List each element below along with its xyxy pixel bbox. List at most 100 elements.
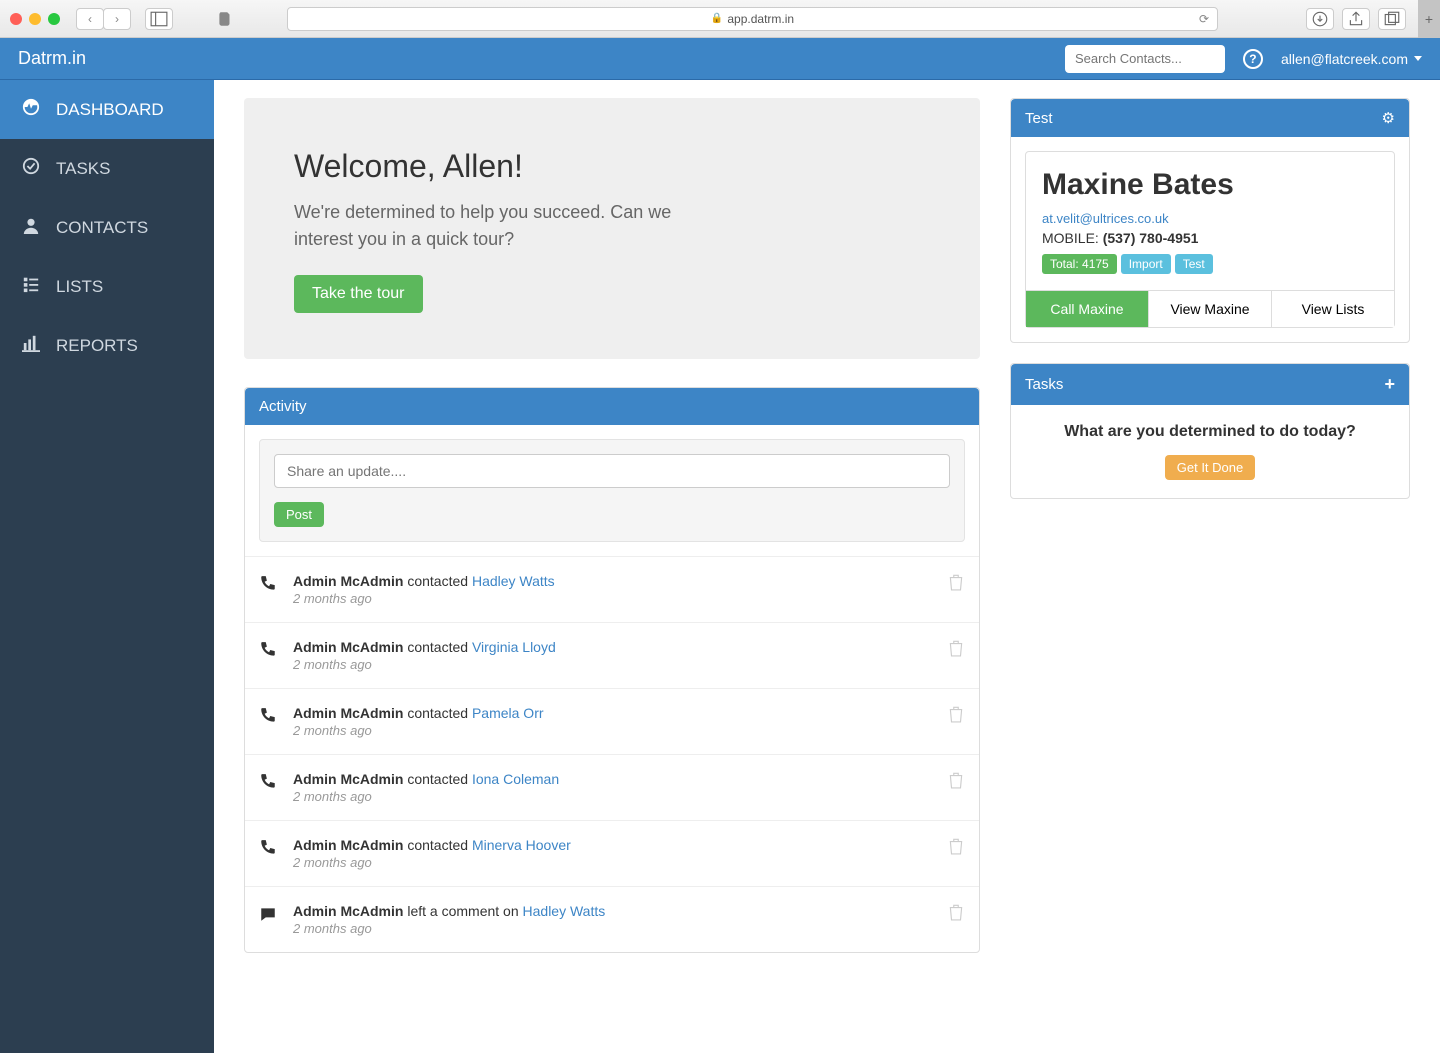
activity-target-link[interactable]: Hadley Watts: [472, 573, 555, 589]
check-circle-icon: [20, 157, 42, 180]
maximize-window-icon[interactable]: [48, 13, 60, 25]
sidebar-item-lists[interactable]: LISTS: [0, 257, 214, 316]
activity-text: Admin McAdmin contacted Pamela Orr: [293, 705, 929, 721]
contact-phone: MOBILE: (537) 780-4951: [1042, 230, 1378, 246]
welcome-subtitle: We're determined to help you succeed. Ca…: [294, 199, 734, 253]
call-contact-button[interactable]: Call Maxine: [1026, 291, 1149, 327]
take-tour-button[interactable]: Take the tour: [294, 275, 423, 313]
activity-text: Admin McAdmin contacted Minerva Hoover: [293, 837, 929, 853]
lock-icon: 🔒: [711, 13, 723, 24]
activity-item: Admin McAdmin contacted Hadley Watts 2 mo…: [245, 556, 979, 622]
activity-item: Admin McAdmin contacted Iona Coleman 2 mo…: [245, 754, 979, 820]
url-text: app.datrm.in: [727, 12, 794, 26]
badge[interactable]: Test: [1175, 254, 1213, 274]
badge[interactable]: Import: [1121, 254, 1171, 274]
tasks-prompt: What are you determined to do today?: [1029, 423, 1391, 441]
url-bar[interactable]: 🔒 app.datrm.in ⟳: [287, 7, 1218, 31]
window-controls: [10, 13, 60, 25]
activity-time: 2 months ago: [293, 789, 929, 804]
evernote-icon[interactable]: [211, 10, 239, 28]
activity-time: 2 months ago: [293, 591, 929, 606]
phone-icon: [259, 707, 275, 728]
phone-icon: [259, 641, 275, 662]
activity-time: 2 months ago: [293, 657, 929, 672]
brand-logo[interactable]: Datrm.in: [18, 48, 86, 69]
activity-time: 2 months ago: [293, 855, 929, 870]
view-contact-button[interactable]: View Maxine: [1149, 291, 1272, 327]
contact-badges: Total: 4175ImportTest: [1042, 254, 1378, 274]
activity-text: Admin McAdmin left a comment on Hadley W…: [293, 903, 929, 919]
trash-icon[interactable]: [947, 903, 965, 924]
contact-card: Maxine Bates at.velit@ultrices.co.uk MOB…: [1025, 151, 1395, 328]
sidebar-item-contacts[interactable]: CONTACTS: [0, 198, 214, 257]
sidebar-item-label: LISTS: [56, 277, 103, 297]
comment-icon: [259, 905, 275, 926]
activity-target-link[interactable]: Minerva Hoover: [472, 837, 571, 853]
view-lists-button[interactable]: View Lists: [1272, 291, 1394, 327]
sidebar: DASHBOARD TASKS CONTACTS LISTS REPORTS: [0, 80, 214, 1053]
get-it-done-button[interactable]: Get It Done: [1165, 455, 1255, 480]
contact-email-link[interactable]: at.velit@ultrices.co.uk: [1042, 211, 1169, 226]
phone-icon: [259, 575, 275, 596]
dashboard-icon: [20, 98, 42, 121]
plus-icon[interactable]: +: [1384, 374, 1395, 395]
tabs-button[interactable]: [1378, 8, 1406, 30]
trash-icon[interactable]: [947, 705, 965, 726]
badge[interactable]: Total: 4175: [1042, 254, 1117, 274]
forward-button[interactable]: ›: [103, 8, 131, 30]
activity-target-link[interactable]: Hadley Watts: [523, 903, 606, 919]
sidebar-item-label: REPORTS: [56, 336, 138, 356]
post-button[interactable]: Post: [274, 502, 324, 527]
activity-text: Admin McAdmin contacted Hadley Watts: [293, 573, 929, 589]
activity-target-link[interactable]: Virginia Lloyd: [472, 639, 556, 655]
chevron-down-icon: [1414, 56, 1422, 61]
welcome-panel: Welcome, Allen! We're determined to help…: [244, 98, 980, 359]
trash-icon[interactable]: [947, 573, 965, 594]
tasks-panel: Tasks + What are you determined to do to…: [1010, 363, 1410, 499]
activity-verb: contacted: [407, 837, 468, 853]
activity-actor: Admin McAdmin: [293, 771, 403, 787]
activity-item: Admin McAdmin contacted Virginia Lloyd2 …: [245, 622, 979, 688]
activity-actor: Admin McAdmin: [293, 705, 403, 721]
search-input[interactable]: [1065, 45, 1225, 73]
sidebar-item-tasks[interactable]: TASKS: [0, 139, 214, 198]
minimize-window-icon[interactable]: [29, 13, 41, 25]
sidebar-item-reports[interactable]: REPORTS: [0, 316, 214, 375]
help-icon[interactable]: ?: [1243, 49, 1263, 69]
share-update-input[interactable]: [274, 454, 950, 488]
sidebar-item-label: TASKS: [56, 159, 110, 179]
activity-panel: Activity Post Admin McAdmin contacted Ha…: [244, 387, 980, 953]
activity-verb: contacted: [407, 771, 468, 787]
activity-verb: contacted: [407, 705, 468, 721]
trash-icon[interactable]: [947, 639, 965, 660]
tasks-panel-title: Tasks: [1025, 376, 1063, 393]
activity-actor: Admin McAdmin: [293, 903, 403, 919]
activity-target-link[interactable]: Pamela Orr: [472, 705, 544, 721]
share-button[interactable]: [1342, 8, 1370, 30]
user-icon: [20, 216, 42, 239]
share-update-box: Post: [259, 439, 965, 542]
trash-icon[interactable]: [947, 837, 965, 858]
close-window-icon[interactable]: [10, 13, 22, 25]
gear-icon[interactable]: ⚙: [1382, 109, 1395, 127]
new-tab-button[interactable]: +: [1418, 0, 1440, 38]
activity-target-link[interactable]: Iona Coleman: [472, 771, 559, 787]
activity-time: 2 months ago: [293, 723, 929, 738]
sidebar-item-dashboard[interactable]: DASHBOARD: [0, 80, 214, 139]
activity-actor: Admin McAdmin: [293, 837, 403, 853]
bar-chart-icon: [20, 334, 42, 357]
back-button[interactable]: ‹: [76, 8, 104, 30]
reload-icon[interactable]: ⟳: [1199, 12, 1209, 26]
app-header: Datrm.in ? allen@flatcreek.com: [0, 38, 1440, 80]
user-menu[interactable]: allen@flatcreek.com: [1281, 51, 1422, 67]
browser-chrome: ‹ › 🔒 app.datrm.in ⟳ +: [0, 0, 1440, 38]
trash-icon[interactable]: [947, 771, 965, 792]
sidebar-item-label: CONTACTS: [56, 218, 148, 238]
activity-actor: Admin McAdmin: [293, 639, 403, 655]
contact-actions: Call Maxine View Maxine View Lists: [1026, 290, 1394, 327]
phone-icon: [259, 839, 275, 860]
downloads-button[interactable]: [1306, 8, 1334, 30]
sidebar-toggle-button[interactable]: [145, 8, 173, 30]
activity-text: Admin McAdmin contacted Iona Coleman: [293, 771, 929, 787]
list-icon: [20, 275, 42, 298]
